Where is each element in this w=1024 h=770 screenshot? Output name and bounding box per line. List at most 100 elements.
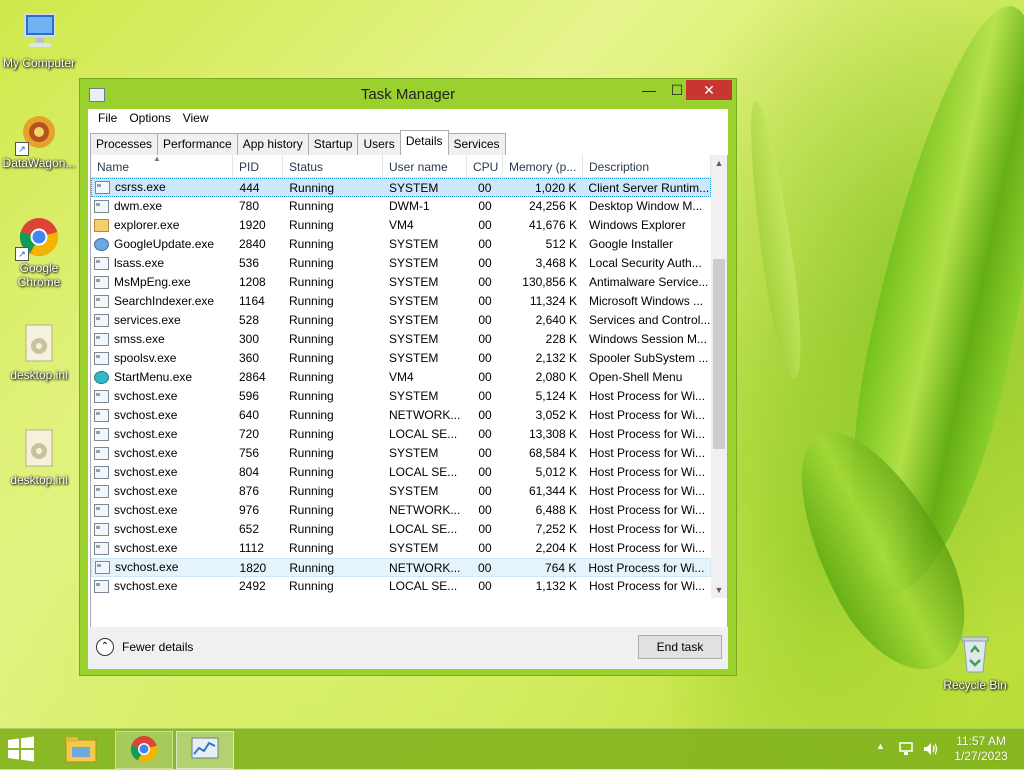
user-name-cell: NETWORK...	[383, 596, 467, 598]
status-cell: Running	[289, 351, 334, 365]
tab-processes[interactable]: Processes	[90, 133, 159, 155]
description-cell: Host Process for Wi...	[589, 522, 706, 536]
scroll-down-arrow-icon[interactable]: ▼	[711, 582, 727, 598]
tab-details[interactable]: Details	[399, 130, 449, 155]
table-row[interactable]: svchost.exe 804 Running LOCAL SE... 00 5,012 …	[91, 463, 711, 482]
user-name-cell: SYSTEM	[389, 351, 439, 365]
pid-cell: 640	[239, 408, 260, 422]
table-row[interactable]: spoolsv.exe 360 Running SYSTEM 00 2,132 K Spoo…	[91, 349, 711, 368]
table-row[interactable]: svchost.exe 3004RunningNETWORK...001,416 …	[91, 596, 711, 598]
cpu-cell: 00	[478, 313, 492, 327]
tab-performance[interactable]: Performance	[157, 133, 238, 155]
description-cell: Host Process for Wi...	[589, 484, 706, 498]
tab-app-history[interactable]: App history	[236, 133, 309, 155]
table-row[interactable]: svchost.exe 1112 Running SYSTEM 00 2,204 K Hos…	[91, 539, 711, 558]
process-icon	[94, 352, 109, 365]
chrome-icon	[130, 736, 158, 763]
status-cell: Running	[289, 561, 335, 575]
menu-file[interactable]: File	[92, 109, 123, 129]
process-name-cell: svchost.exe	[91, 406, 233, 425]
cpu-cell: 00	[478, 465, 492, 479]
process-icon	[94, 580, 109, 593]
column-header-pid[interactable]: PID	[233, 155, 283, 177]
desktop-icon-google-chrome[interactable]: ↗ Google Chrome	[0, 215, 78, 289]
table-row[interactable]: smss.exe 300 Running SYSTEM 00 228 K Windows S…	[91, 330, 711, 349]
description-cell: Host Process for Wi...	[589, 465, 706, 479]
user-name-cell: SYSTEM	[389, 389, 439, 403]
description-cell: Google Installer	[589, 237, 674, 251]
process-name-cell: MsMpEng.exe	[91, 273, 233, 292]
table-row[interactable]: svchost.exe 1820 Running NETWORK... 00 764 K H…	[91, 558, 711, 577]
taskbar-clock[interactable]: 11:57 AM 1/27/2023	[948, 734, 1014, 764]
menu-bar: File Options View	[88, 109, 728, 129]
datawagon-icon: ↗	[15, 110, 61, 156]
chevron-up-icon[interactable]: ▲	[876, 741, 885, 751]
table-row[interactable]: GoogleUpdate.exe 2840 Running SYSTEM 00 512 K…	[91, 235, 711, 254]
scroll-up-arrow-icon[interactable]: ▲	[711, 155, 727, 171]
taskbar-google-chrome[interactable]	[115, 731, 173, 769]
status-cell: Running	[289, 465, 334, 479]
table-row[interactable]: svchost.exe 976 Running NETWORK... 00 6,488 K…	[91, 501, 711, 520]
table-row[interactable]: svchost.exe 652 Running LOCAL SE... 00 7,252 …	[91, 520, 711, 539]
description-cell: Host Process for Wi...	[583, 596, 711, 598]
end-task-button[interactable]: End task	[638, 635, 722, 659]
column-header-name[interactable]: ▲ Name	[91, 155, 233, 177]
memory-cell: 24,256 K	[528, 199, 577, 213]
table-row[interactable]: SearchIndexer.exe 1164 Running SYSTEM 00 11,3…	[91, 292, 711, 311]
table-row[interactable]: csrss.exe 444 Running SYSTEM 00 1,020 K Client…	[91, 178, 711, 197]
close-button[interactable]: ✕	[686, 80, 732, 100]
tab-services[interactable]: Services	[447, 133, 506, 155]
description-cell: Windows Session M...	[589, 332, 708, 346]
cpu-cell: 00	[478, 294, 492, 308]
column-header-status[interactable]: Status	[283, 155, 383, 177]
title-bar[interactable]: Task Manager — ☐ ✕	[80, 79, 736, 109]
recycle-bin-icon	[953, 632, 997, 676]
table-row[interactable]: StartMenu.exe 2864 Running VM4 00 2,080 K Open…	[91, 368, 711, 387]
table-row[interactable]: services.exe 528 Running SYSTEM 00 2,640 K Ser…	[91, 311, 711, 330]
table-row[interactable]: svchost.exe 640 Running NETWORK... 00 3,052 K…	[91, 406, 711, 425]
description-cell: Windows Explorer	[589, 218, 686, 232]
column-header-description[interactable]: Description	[583, 155, 711, 177]
table-row[interactable]: explorer.exe 1920 Running VM4 00 41,676 K Wind…	[91, 216, 711, 235]
desktop-icon-my-computer[interactable]: My Computer	[0, 10, 78, 70]
menu-view[interactable]: View	[177, 109, 215, 129]
desktop-icon-datawagon[interactable]: ↗ DataWagon...	[0, 110, 78, 170]
table-row[interactable]: MsMpEng.exe 1208 Running SYSTEM 00 130,856 K A…	[91, 273, 711, 292]
process-icon	[94, 504, 109, 517]
description-cell: Antimalware Service...	[589, 275, 709, 289]
description-cell: Host Process for Wi...	[589, 503, 706, 517]
column-header-memory[interactable]: Memory (p...	[503, 155, 583, 177]
process-name: svchost.exe	[114, 484, 178, 498]
tab-startup[interactable]: Startup	[307, 133, 359, 155]
table-row[interactable]: svchost.exe 2492 Running LOCAL SE... 00 1,132…	[91, 577, 711, 596]
status-cell: Running	[289, 408, 334, 422]
process-name-cell: svchost.exe	[91, 520, 233, 539]
process-icon	[94, 371, 109, 384]
description-cell: Host Process for Wi...	[589, 427, 706, 441]
process-icon	[94, 276, 109, 289]
vertical-scrollbar[interactable]: ▲ ▼	[711, 155, 727, 598]
table-row[interactable]: lsass.exe 536 Running SYSTEM 00 3,468 K Local …	[91, 254, 711, 273]
chrome-icon: ↗	[15, 215, 61, 261]
desktop-icon-desktop-ini[interactable]: desktop.ini	[0, 427, 78, 487]
scrollbar-thumb[interactable]	[713, 259, 725, 449]
column-header-user-name[interactable]: User name	[383, 155, 467, 177]
start-button[interactable]	[6, 731, 42, 767]
table-row[interactable]: svchost.exe 876 Running SYSTEM 00 61,344 K Hos…	[91, 482, 711, 501]
tab-users[interactable]: Users	[357, 133, 401, 155]
volume-icon[interactable]	[922, 741, 940, 757]
table-row[interactable]: svchost.exe 756 Running SYSTEM 00 68,584 K Hos…	[91, 444, 711, 463]
menu-options[interactable]: Options	[123, 109, 176, 129]
taskbar-task-manager[interactable]	[176, 731, 234, 769]
network-icon[interactable]	[898, 741, 914, 757]
column-header-cpu[interactable]: CPU	[467, 155, 503, 177]
desktop-icon-recycle-bin[interactable]: Recycle Bin	[936, 632, 1014, 692]
fewer-details-link[interactable]: ⌃ Fewer details	[96, 638, 193, 656]
table-row[interactable]: svchost.exe 596 Running SYSTEM 00 5,124 K Host…	[91, 387, 711, 406]
taskbar-file-explorer[interactable]	[58, 731, 104, 767]
minimize-button[interactable]: —	[636, 80, 662, 100]
table-row[interactable]: svchost.exe 720 Running LOCAL SE... 00 13,308…	[91, 425, 711, 444]
desktop-icon-desktop-ini[interactable]: desktop.ini	[0, 322, 78, 382]
process-name: svchost.exe	[114, 465, 178, 479]
table-row[interactable]: dwm.exe 780 Running DWM-1 00 24,256 K Desktop …	[91, 197, 711, 216]
